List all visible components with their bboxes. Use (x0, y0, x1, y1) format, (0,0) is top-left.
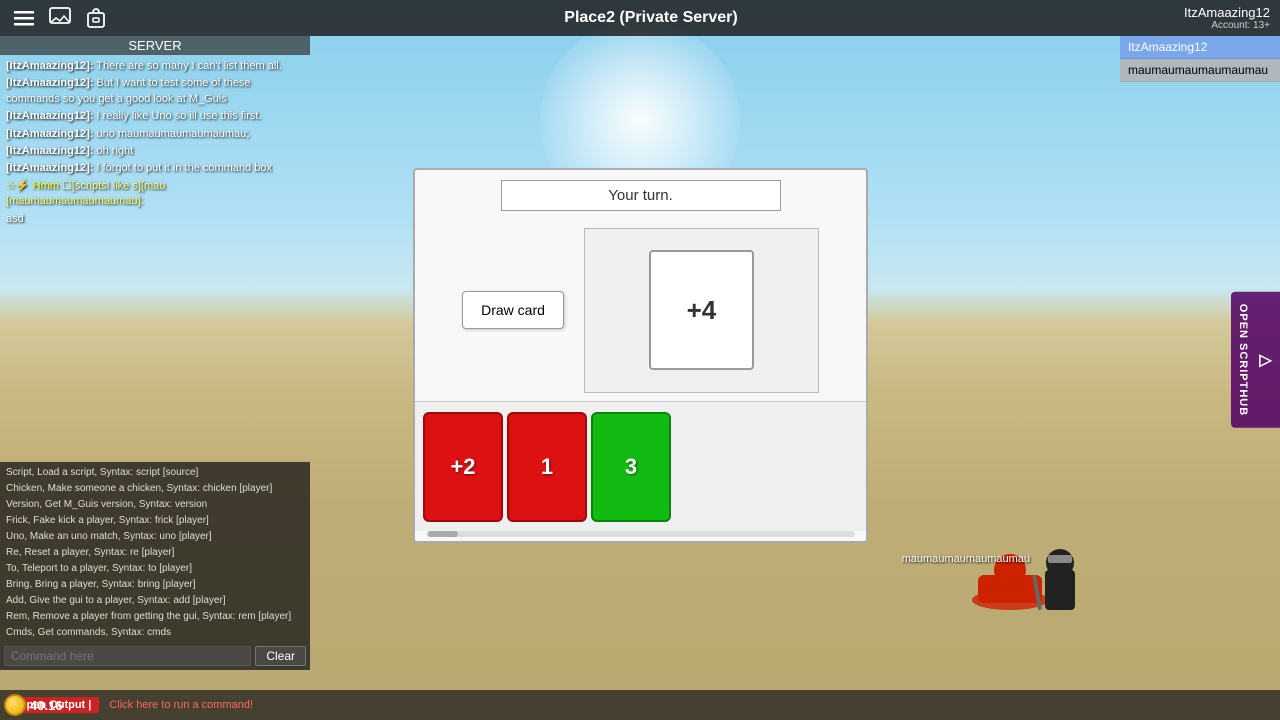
script-list: Script, Load a script, Syntax: script [s… (0, 462, 310, 642)
script-item: Chicken, Make someone a chicken, Syntax:… (6, 482, 304, 496)
script-item: Add, Give the gui to a player, Syntax: a… (6, 594, 304, 608)
open-scripthub-button[interactable]: ▷ OPEN SCRIPTHUB (1231, 292, 1280, 428)
coin-icon (4, 694, 26, 716)
script-item: Uno, Make an uno match, Syntax: uno [pla… (6, 530, 304, 544)
discard-pile: +4 (584, 228, 819, 393)
player-item: ItzAmaazing12 (1120, 36, 1280, 59)
hand-card-2[interactable]: 3 (591, 412, 671, 522)
chat-message: [ItzAmaazing12]: But I want to test some… (6, 76, 304, 107)
hand-scrollbar[interactable] (426, 531, 854, 537)
chat-message: [ItzAmaazing12]: I really like Uno so il… (6, 109, 304, 124)
hand-card-1[interactable]: 1 (507, 412, 587, 522)
script-item: Script, Load a script, Syntax: script [s… (6, 466, 304, 480)
turn-label: Your turn. (501, 180, 781, 211)
scripthub-arrow-icon: ▷ (1255, 350, 1274, 370)
chat-message-highlight: ☆⚡ Hmm ☐[scriptsI like s][mau [maumaumau… (6, 179, 304, 210)
player-list: ItzAmaazing12 maumaumaumaumaumau (1120, 36, 1280, 82)
chat-message: [ItzAmaazing12]: uno maumaumaumaumaumau; (6, 127, 304, 142)
bottom-message: Click here to run a command! (109, 699, 253, 711)
server-label: SERVER (0, 36, 310, 55)
chat-message: [ItzAmaazing12]: oh right (6, 144, 304, 159)
hand-scrollbar-thumb[interactable] (428, 531, 458, 537)
command-input[interactable] (4, 646, 251, 666)
user-info: ItzAmaazing12 Account: 13+ (1184, 5, 1270, 31)
hamburger-menu-icon[interactable] (10, 4, 38, 32)
hand-card-0[interactable]: +2 (423, 412, 503, 522)
window-title: Place2 (Private Server) (118, 9, 1184, 27)
script-item: Cmds, Get commands, Syntax: cmds (6, 626, 304, 640)
chat-panel: SERVER [ItzAmaazing12]: There are so man… (0, 36, 310, 670)
chat-message: asd (6, 212, 304, 227)
script-item: Frick, Fake kick a player, Syntax: frick… (6, 514, 304, 528)
draw-card-button[interactable]: Draw card (462, 291, 564, 329)
hand-area[interactable]: +2 1 3 (415, 401, 866, 531)
chat-input-row: Clear (0, 642, 310, 670)
game-characters (960, 515, 1100, 640)
uno-modal: Your turn. Draw card +4 +2 1 3 (413, 168, 868, 543)
backpack-icon[interactable] (82, 4, 110, 32)
bottom-bar: Open Output | Click here to run a comman… (0, 690, 1280, 720)
topbar: Place2 (Private Server) ItzAmaazing12 Ac… (0, 0, 1280, 36)
card-area: Draw card +4 (415, 219, 866, 401)
script-item: Bring, Bring a player, Syntax: bring [pl… (6, 578, 304, 592)
chat-icon[interactable] (46, 4, 74, 32)
script-item: To, Teleport to a player, Syntax: to [pl… (6, 562, 304, 576)
current-card: +4 (649, 250, 754, 370)
clear-button[interactable]: Clear (255, 646, 306, 666)
coins-display: 40.16 (4, 694, 63, 716)
scripthub-label: OPEN SCRIPTHUB (1237, 304, 1249, 416)
script-item: Rem, Remove a player from getting the gu… (6, 610, 304, 624)
script-item: Version, Get M_Guis version, Syntax: ver… (6, 498, 304, 512)
chat-message: [ItzAmaazing12]: There are so many I can… (6, 59, 304, 74)
coins-value: 40.16 (30, 698, 63, 713)
chat-messages: [ItzAmaazing12]: There are so many I can… (0, 55, 310, 462)
player-item: maumaumaumaumaumau (1120, 59, 1280, 82)
script-item: Re, Reset a player, Syntax: re [player] (6, 546, 304, 560)
chat-message: [ItzAmaazing12]: I forgot to put it in t… (6, 161, 304, 176)
character-name-label: maumaumaumaumaumau (902, 553, 1030, 565)
